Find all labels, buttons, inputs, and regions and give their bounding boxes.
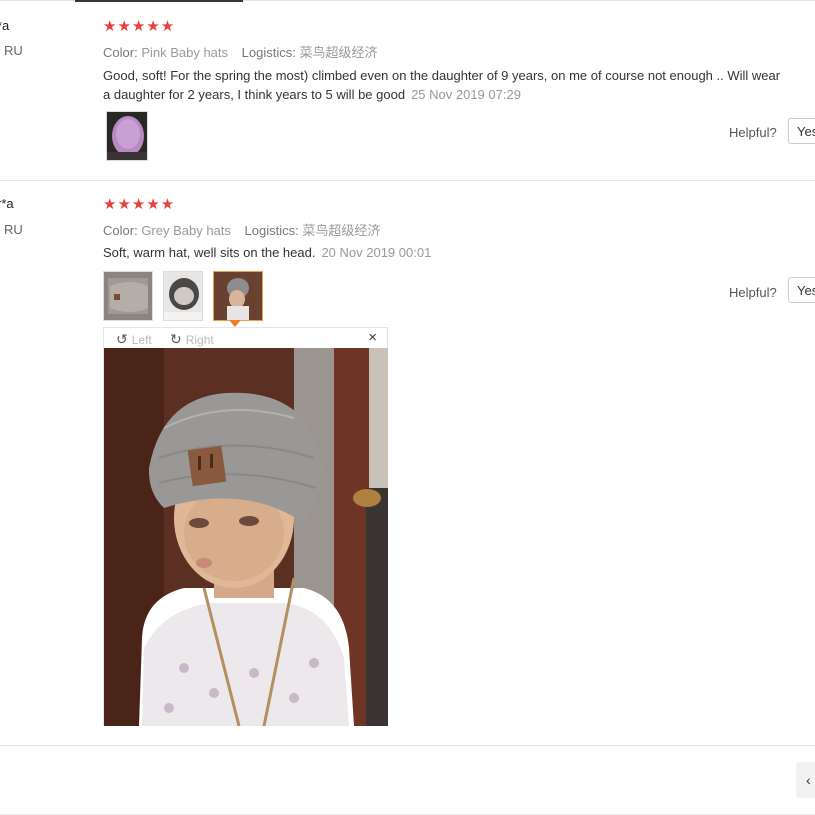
- close-icon[interactable]: ×: [368, 329, 377, 346]
- review-photo-thumbnail[interactable]: [163, 271, 203, 321]
- star-rating: ★★★★★: [103, 196, 176, 213]
- logistics-value: 菜鸟超级经济: [299, 45, 378, 60]
- color-label: Color:: [103, 223, 138, 238]
- review-text-line: Soft, warm hat, well sits on the head.: [103, 245, 316, 260]
- reviewer-name: *a: [0, 18, 10, 33]
- color-value: Pink Baby hats: [141, 45, 229, 60]
- rotate-right-icon: ↻: [170, 331, 182, 347]
- pagination-prev-button[interactable]: ‹: [796, 762, 815, 798]
- review-item: *a RU ★★★★★ Color: Pink Baby hats Logist…: [0, 0, 815, 181]
- review-text-line: a daughter for 2 years, I think years to…: [103, 87, 406, 102]
- helpful-yes-button[interactable]: Yes: [788, 277, 815, 303]
- hat-photo: [164, 272, 202, 320]
- review-text: Good, soft! For the spring the most) cli…: [103, 66, 815, 104]
- review-photo-thumbnail-selected[interactable]: [213, 271, 263, 321]
- enlarged-review-photo[interactable]: [104, 348, 388, 726]
- review-meta: Color: Pink Baby hats Logistics: 菜鸟超级经济: [103, 42, 378, 61]
- rotate-left-label: Left: [131, 333, 152, 347]
- rotate-right-label: Right: [185, 333, 214, 347]
- reviewer-name: r*a: [0, 196, 14, 211]
- grey-hat-photo: [104, 272, 152, 320]
- review-photo-thumbnail[interactable]: [103, 271, 153, 321]
- viewer-toolbar: ↺ Left ↻ Right ×: [104, 328, 387, 348]
- star-rating: ★★★★★: [103, 18, 176, 35]
- reviewer-country: RU: [4, 43, 23, 58]
- photo-viewer: ↺ Left ↻ Right ×: [103, 327, 388, 726]
- logistics-label: Logistics:: [241, 45, 296, 60]
- logistics-label: Logistics:: [244, 223, 299, 238]
- review-date: 20 Nov 2019 00:01: [321, 245, 432, 260]
- rotate-left-button[interactable]: ↺ Left: [116, 331, 152, 348]
- review-photo-thumbnail[interactable]: [106, 111, 148, 161]
- review-date: 25 Nov 2019 07:29: [411, 87, 521, 102]
- rotate-right-button[interactable]: ↻ Right: [170, 331, 214, 348]
- selected-thumbnail-pointer: [229, 320, 241, 327]
- color-label: Color:: [103, 45, 138, 60]
- child-in-hat-photo: [214, 272, 262, 320]
- review-text-line: Good, soft! For the spring the most) cli…: [103, 68, 781, 83]
- rotate-left-icon: ↺: [116, 331, 128, 347]
- color-value: Grey Baby hats: [141, 223, 231, 238]
- reviewer-country: RU: [4, 222, 23, 237]
- chevron-left-icon: ‹: [806, 772, 811, 788]
- helpful-label: Helpful?: [729, 285, 777, 300]
- review-meta: Color: Grey Baby hats Logistics: 菜鸟超级经济: [103, 220, 380, 239]
- review-text: Soft, warm hat, well sits on the head. 20…: [103, 243, 815, 262]
- helpful-label: Helpful?: [729, 125, 777, 140]
- pink-hat-photo: [107, 112, 147, 160]
- helpful-yes-button[interactable]: Yes: [788, 118, 815, 144]
- logistics-value: 菜鸟超级经济: [302, 223, 381, 238]
